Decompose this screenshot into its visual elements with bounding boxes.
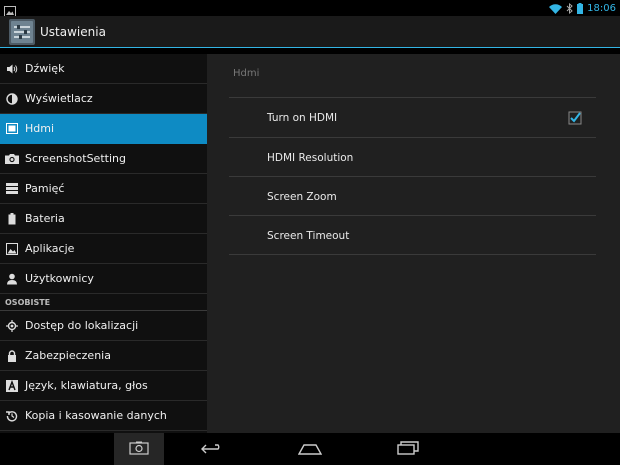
hdmi-settings-pane: Hdmi Turn on HDMI HDMI Resolution Screen… <box>207 54 620 433</box>
screenshot-button[interactable] <box>114 433 164 465</box>
navigation-bar <box>0 433 620 465</box>
back-icon <box>201 440 223 459</box>
divider <box>229 254 596 255</box>
image-notification-icon[interactable] <box>4 2 16 17</box>
lock-icon <box>5 349 19 363</box>
recent-apps-button[interactable] <box>386 433 430 465</box>
action-bar: Ustawienia <box>0 16 620 48</box>
pref-turn-on-hdmi[interactable]: Turn on HDMI <box>229 98 596 137</box>
sidebar-item-label: ScreenshotSetting <box>25 152 126 165</box>
sidebar-item-label: Kopia i kasowanie danych <box>25 409 167 422</box>
pref-label: HDMI Resolution <box>267 151 354 164</box>
sidebar-item-users[interactable]: Użytkownicy <box>0 264 207 294</box>
sidebar-item-label: Wyświetlacz <box>25 92 93 105</box>
back-button[interactable] <box>190 433 234 465</box>
status-bar: 18:06 <box>0 0 620 18</box>
sidebar-item-label: Pamięć <box>25 182 65 195</box>
sidebar-item-storage[interactable]: Pamięć <box>0 174 207 204</box>
sidebar-item-sound[interactable]: Dźwięk <box>0 54 207 84</box>
pref-screen-timeout[interactable]: Screen Timeout <box>229 216 596 255</box>
app-title: Ustawienia <box>40 25 106 39</box>
pref-hdmi-resolution[interactable]: HDMI Resolution <box>229 138 596 177</box>
sidebar-item-backup[interactable]: Kopia i kasowanie danych <box>0 401 207 431</box>
sidebar-item-label: Dźwięk <box>25 62 65 75</box>
action-bar-divider <box>0 47 620 48</box>
sidebar-item-label: Hdmi <box>25 122 55 135</box>
pref-label: Screen Timeout <box>267 229 350 242</box>
sidebar-item-display[interactable]: Wyświetlacz <box>0 84 207 114</box>
battery-icon <box>577 0 584 18</box>
wifi-icon <box>549 0 563 18</box>
speaker-icon <box>5 62 19 76</box>
sidebar-item-battery[interactable]: Bateria <box>0 204 207 234</box>
recent-apps-icon <box>397 440 419 459</box>
sidebar-item-location[interactable]: Dostęp do lokalizacji <box>0 311 207 341</box>
brightness-icon <box>5 92 19 106</box>
home-button[interactable] <box>288 433 332 465</box>
sidebar-item-label: Zabezpieczenia <box>25 349 111 362</box>
pref-label: Screen Zoom <box>267 190 337 203</box>
settings-app-icon[interactable] <box>9 19 35 45</box>
sidebar-item-label: Bateria <box>25 212 65 225</box>
apps-icon <box>5 242 19 256</box>
screenshot-icon <box>129 440 149 459</box>
hdmi-icon <box>5 122 19 136</box>
user-icon <box>5 272 19 286</box>
battery-icon <box>5 212 19 226</box>
settings-sidebar: Dźwięk Wyświetlacz Hdmi ScreenshotSettin… <box>0 54 207 433</box>
sidebar-item-hdmi[interactable]: Hdmi <box>0 114 207 144</box>
sidebar-item-label: Użytkownicy <box>25 272 94 285</box>
sidebar-item-language[interactable]: Język, klawiatura, głos <box>0 371 207 401</box>
sidebar-item-label: Aplikacje <box>25 242 75 255</box>
language-icon <box>5 379 19 393</box>
sidebar-item-label: Dostęp do lokalizacji <box>25 319 139 332</box>
sidebar-item-security[interactable]: Zabezpieczenia <box>0 341 207 371</box>
bluetooth-icon <box>566 0 573 18</box>
sidebar-item-apps[interactable]: Aplikacje <box>0 234 207 264</box>
camera-icon <box>5 152 19 166</box>
section-header-personal: OSOBISTE <box>0 294 207 311</box>
pref-label: Turn on HDMI <box>267 111 338 124</box>
backup-icon <box>5 409 19 423</box>
sidebar-item-screenshot-setting[interactable]: ScreenshotSetting <box>0 144 207 174</box>
pane-title: Hdmi <box>233 68 260 79</box>
pref-screen-zoom[interactable]: Screen Zoom <box>229 177 596 216</box>
sidebar-item-label: Język, klawiatura, głos <box>25 379 148 392</box>
home-icon <box>297 440 323 459</box>
hdmi-checkbox[interactable] <box>568 110 582 125</box>
location-icon <box>5 319 19 333</box>
clock: 18:06 <box>587 2 616 14</box>
storage-icon <box>5 182 19 196</box>
